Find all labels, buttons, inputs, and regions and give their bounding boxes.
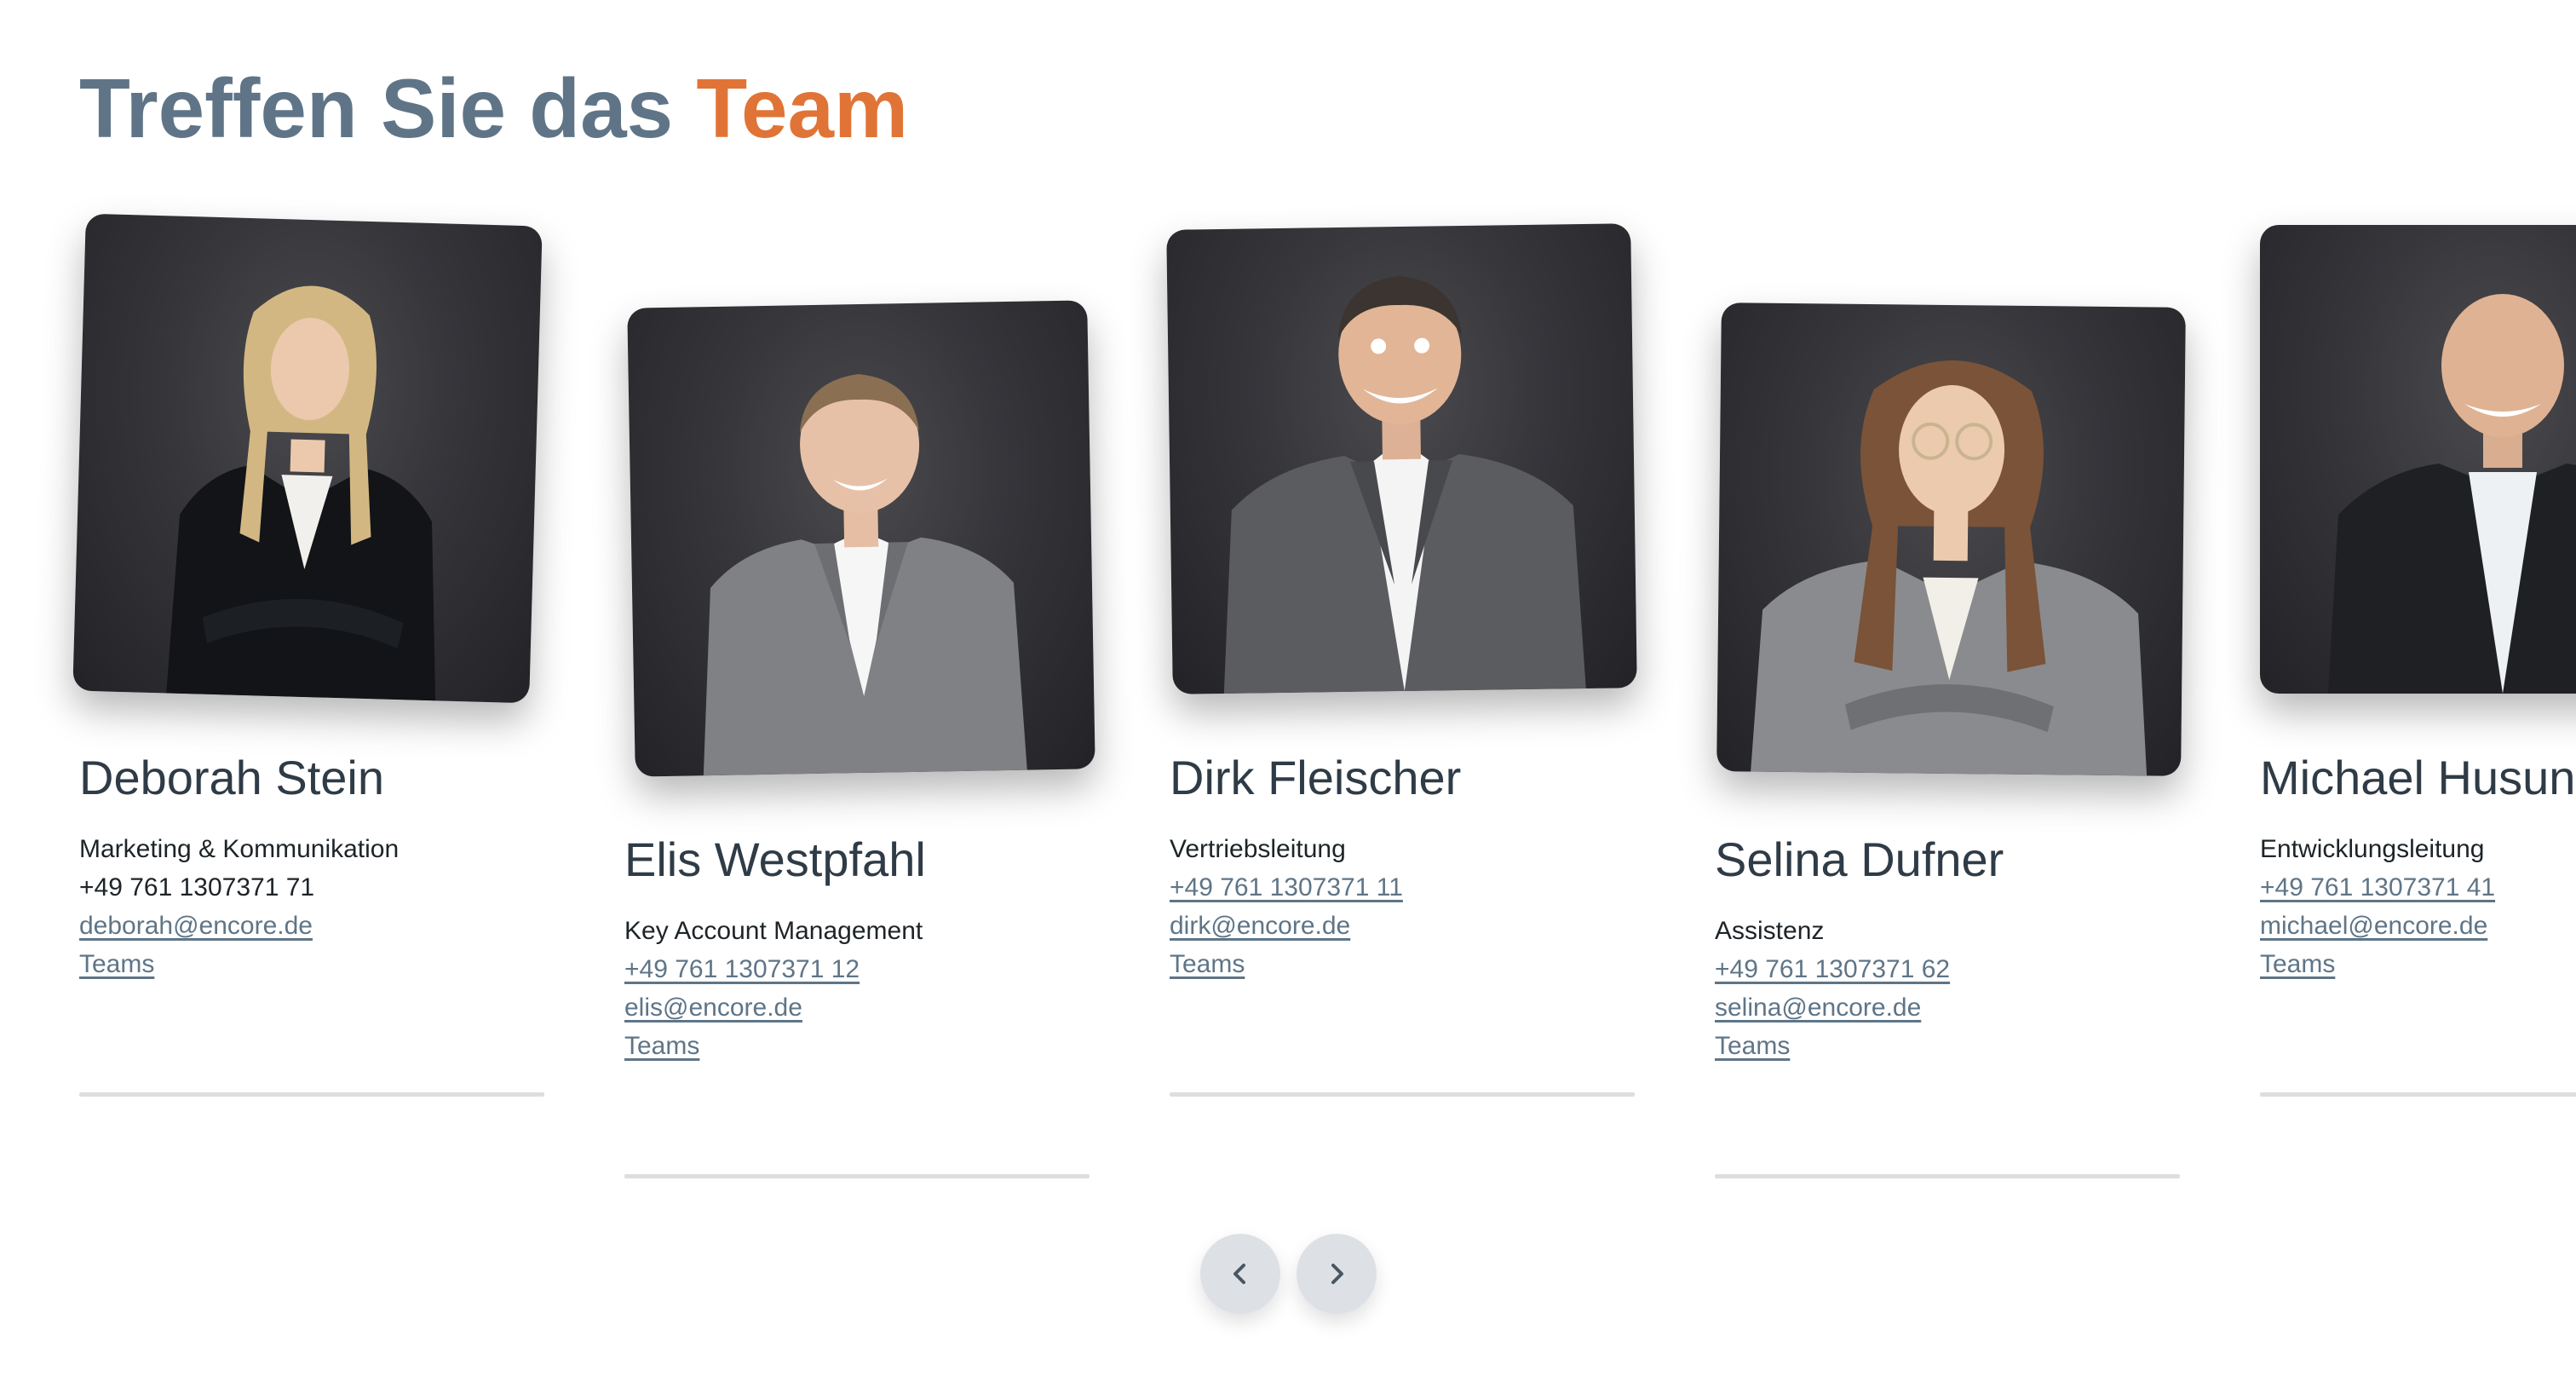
team-phone[interactable]: +49 761 1307371 71 (79, 868, 314, 907)
team-phone-link[interactable]: +49 761 1307371 11 (1170, 868, 1403, 907)
card-divider (2260, 1092, 2576, 1097)
team-name: Elis Westpfahl (624, 832, 926, 886)
team-teams-link[interactable]: Teams (1170, 945, 1245, 983)
carousel-next-button[interactable] (1297, 1234, 1377, 1314)
team-teams-link[interactable]: Teams (624, 1027, 699, 1065)
team-role: Vertriebsleitung (1170, 835, 1346, 863)
team-photo-deborah-stein (72, 213, 543, 704)
team-email-link[interactable]: dirk@encore.de (1170, 907, 1350, 945)
chevron-left-icon (1233, 1264, 1245, 1284)
team-card-selina-dufner: Selina Dufner Assistenz +49 761 1307371 … (1715, 302, 2192, 1188)
carousel-prev-button[interactable] (1200, 1234, 1280, 1314)
team-teams-link[interactable]: Teams (1715, 1027, 1790, 1065)
team-photo-selina-dufner (1716, 302, 2186, 776)
team-name: Selina Dufner (1715, 832, 2004, 886)
team-teams-link[interactable]: Teams (79, 945, 154, 983)
team-card-elis-westpfahl: Elis Westpfahl Key Account Management +4… (624, 300, 1101, 1188)
team-name: Deborah Stein (79, 751, 385, 804)
team-name: Dirk Fleischer (1170, 751, 1462, 804)
team-role: Assistenz (1715, 917, 1825, 945)
chevron-right-icon (1331, 1264, 1343, 1284)
card-divider (1170, 1092, 1635, 1097)
team-photo-dirk-fleischer (1166, 223, 1637, 694)
card-divider (624, 1174, 1090, 1178)
team-card-michael-husun: Michael Husun Entwicklungsleitung +49 76… (2260, 220, 2576, 1106)
team-email-link[interactable]: selina@encore.de (1715, 988, 1921, 1027)
team-name: Michael Husun (2260, 751, 2576, 804)
team-role: Key Account Management (624, 917, 923, 945)
team-phone-link[interactable]: +49 761 1307371 62 (1715, 950, 1950, 988)
team-phone-link[interactable]: +49 761 1307371 12 (624, 950, 860, 988)
team-photo-michael-husun (2260, 225, 2576, 694)
team-role: Marketing & Kommunikation (79, 835, 400, 863)
team-card-dirk-fleischer: Dirk Fleischer Vertriebsleitung +49 761 … (1166, 220, 1647, 1106)
team-email-link[interactable]: deborah@encore.de (79, 907, 313, 945)
team-phone-link[interactable]: +49 761 1307371 41 (2260, 868, 2495, 907)
team-email-link[interactable]: michael@encore.de (2260, 907, 2487, 945)
team-teams-link[interactable]: Teams (2260, 945, 2335, 983)
card-divider (1715, 1174, 2180, 1178)
team-photo-elis-westpfahl (627, 300, 1095, 777)
team-carousel: Deborah Stein Marketing & Kommunikation … (0, 0, 2576, 1394)
card-divider (79, 1092, 544, 1097)
team-email-link[interactable]: elis@encore.de (624, 988, 802, 1027)
team-role: Entwicklungsleitung (2260, 835, 2485, 863)
team-card-deborah-stein: Deborah Stein Marketing & Kommunikation … (72, 213, 556, 1106)
